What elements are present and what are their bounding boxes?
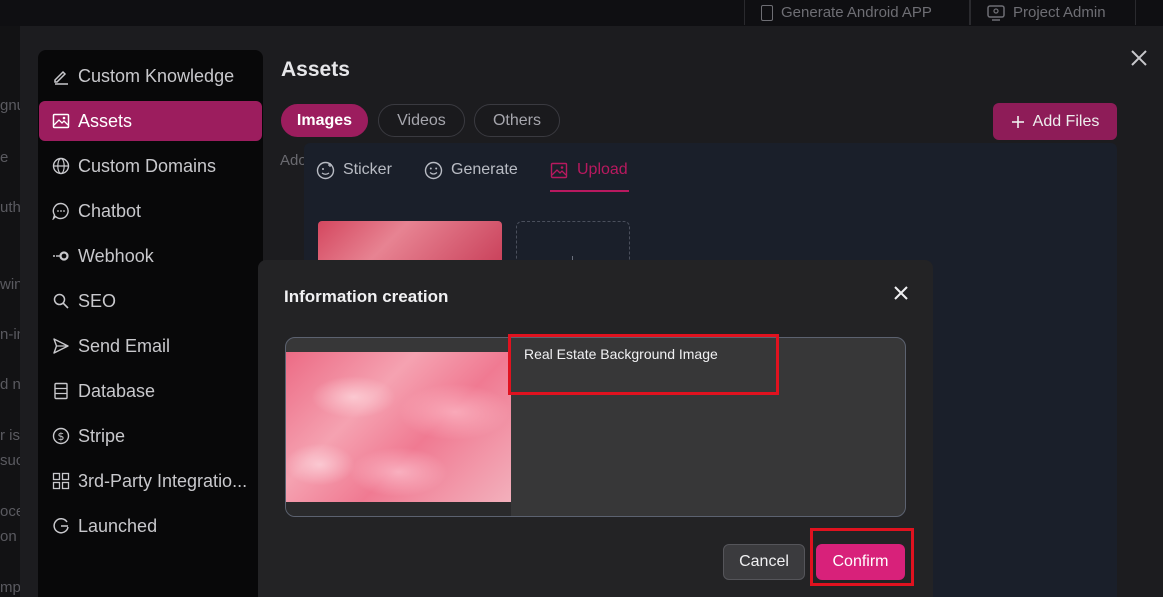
sidebar-item-seo[interactable]: SEO (39, 281, 262, 321)
add-files-label: Add Files (1032, 112, 1100, 130)
confirm-button[interactable]: Confirm (816, 544, 905, 580)
database-icon (52, 382, 70, 400)
tab-videos[interactable]: Videos (378, 104, 465, 137)
image-info-box (285, 337, 906, 517)
image-preview-footer (286, 502, 511, 516)
background-text-fragment: e (0, 149, 9, 166)
webhook-icon (52, 247, 70, 265)
sidebar-item-label: Database (78, 380, 156, 401)
tab-generate-label: Generate (451, 161, 518, 178)
tab-sticker-label: Sticker (343, 161, 392, 178)
search-icon (52, 292, 70, 310)
project-admin-label: Project Admin (1013, 4, 1106, 21)
pencil-icon (52, 67, 70, 85)
sidebar-item-label: SEO (78, 290, 117, 311)
grid-icon (52, 472, 70, 490)
generate-android-label: Generate Android APP (781, 4, 932, 21)
close-icon[interactable] (890, 282, 912, 304)
globe-icon (52, 157, 70, 175)
image-description-input[interactable] (524, 346, 894, 362)
image-preview (286, 352, 511, 502)
background-text-fragment: d n (0, 376, 21, 393)
tab-others[interactable]: Others (474, 104, 560, 137)
sidebar-item-label: Launched (78, 515, 158, 536)
sidebar-item-send-email[interactable]: Send Email (39, 326, 262, 366)
sidebar-item-custom-knowledge[interactable]: Custom Knowledge (39, 56, 262, 96)
sidebar-item-label: Assets (78, 110, 133, 131)
sidebar-item-webhook[interactable]: Webhook (39, 236, 262, 276)
close-icon[interactable] (1128, 47, 1150, 69)
add-files-button[interactable]: Add Files (993, 103, 1117, 140)
cancel-button[interactable]: Cancel (723, 544, 805, 580)
tab-generate[interactable]: Generate (424, 156, 518, 184)
sticker-icon (316, 161, 335, 179)
send-icon (52, 337, 70, 355)
chat-bubble-icon (52, 202, 70, 220)
sidebar-item-label: Custom Knowledge (78, 65, 235, 86)
plus-icon (1011, 115, 1024, 128)
sidebar-item-chatbot[interactable]: Chatbot (39, 191, 262, 231)
sidebar-item-label: Send Email (78, 335, 171, 356)
svg-text:$: $ (58, 430, 65, 443)
settings-sidebar: Custom Knowledge Assets Custom Domains C… (38, 50, 263, 597)
monitor-icon (987, 4, 1005, 21)
active-tab-indicator (550, 190, 629, 192)
sidebar-item-label: Webhook (78, 245, 154, 266)
background-text-fragment: uth (0, 199, 21, 216)
top-bar: Generate Android APP Project Admin (0, 0, 1163, 26)
sidebar-item-3rd-party-integrations[interactable]: 3rd-Party Integratio... (39, 461, 262, 501)
sidebar-item-stripe[interactable]: $ Stripe (39, 416, 262, 456)
tab-upload[interactable]: Upload (550, 156, 628, 184)
dollar-icon: $ (52, 427, 70, 445)
launch-icon (52, 517, 70, 535)
smile-icon (424, 161, 443, 179)
tab-sticker[interactable]: Sticker (316, 156, 392, 184)
dialog-title: Information creation (284, 287, 449, 306)
sidebar-item-label: Stripe (78, 425, 126, 446)
generate-android-button[interactable]: Generate Android APP (744, 0, 970, 25)
sidebar-item-label: 3rd-Party Integratio... (78, 470, 248, 491)
background-text-fragment: Ado (280, 152, 307, 169)
project-admin-button[interactable]: Project Admin (970, 0, 1136, 25)
tab-images[interactable]: Images (281, 104, 368, 137)
sidebar-item-label: Chatbot (78, 200, 142, 221)
upload-image-icon (550, 162, 568, 178)
sidebar-item-assets[interactable]: Assets (39, 101, 262, 141)
sidebar-item-database[interactable]: Database (39, 371, 262, 411)
sidebar-item-custom-domains[interactable]: Custom Domains (39, 146, 262, 186)
sidebar-item-launched[interactable]: Launched (39, 506, 262, 546)
phone-icon (761, 4, 773, 21)
background-text-fragment: r is (0, 427, 20, 444)
tab-upload-label: Upload (577, 161, 628, 178)
background-text-fragment: on (0, 528, 17, 545)
image-icon (52, 112, 70, 130)
page-title: Assets (281, 58, 350, 81)
sidebar-item-label: Custom Domains (78, 155, 217, 176)
